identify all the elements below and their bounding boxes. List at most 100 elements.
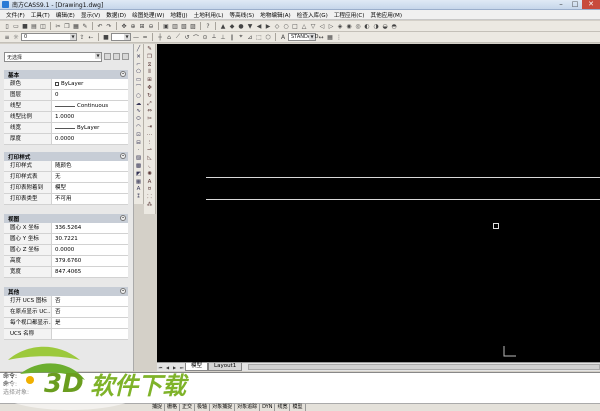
layer-manager-icon[interactable]: ≡ [3,33,11,41]
match-icon[interactable]: ✎ [81,22,89,30]
zoom-realtime-icon[interactable]: ⊕ [129,22,137,30]
mtext-icon[interactable]: A [135,185,143,193]
ellipse-arc-icon[interactable]: ◠ [135,123,143,131]
construction-line-icon[interactable]: ✕ [135,53,143,61]
cass-tool-13-icon[interactable]: ▷ [327,22,335,30]
explode-icon[interactable]: ✺ [145,170,154,178]
cass-tool-5-icon[interactable]: ◀ [255,22,263,30]
cass-tool-14-icon[interactable]: ◈ [336,22,344,30]
menu-drawing[interactable]: 绘图处理(W) [129,11,167,19]
edit-text-icon[interactable]: A [145,178,154,186]
toggle-pickadd-icon[interactable] [104,53,111,60]
print-icon[interactable]: ▤ [30,22,38,30]
cass-tool-19-icon[interactable]: ◒ [381,22,389,30]
misc-tool-2-icon[interactable]: ⸬ [145,193,154,201]
undo-icon[interactable]: ↶ [96,22,104,30]
prop-row-plot-attached[interactable]: 打印表附着到 模型 [4,183,128,194]
preview-icon[interactable]: ◫ [39,22,47,30]
ellipse-icon[interactable]: ⬭ [135,115,143,123]
color-control-icon[interactable]: ■ [102,33,110,41]
prop-row-plot-table[interactable]: 打印样式表 无 [4,172,128,183]
collapse-icon[interactable]: ⌃ [120,215,126,221]
menu-land-use[interactable]: 土地利用(L) [191,11,227,19]
break-icon[interactable]: ⫶ [145,139,154,147]
array-icon[interactable]: ⊞ [145,76,154,84]
draw-tool-i-icon[interactable]: ∥ [228,33,236,41]
menu-check[interactable]: 检查入库(G) [294,11,331,19]
table-icon[interactable]: ▦ [135,178,143,186]
cass-tool-1-icon[interactable]: ▲ [219,22,227,30]
make-current-icon[interactable]: ⇪ [78,33,86,41]
cass-tool-2-icon[interactable]: ◆ [228,22,236,30]
status-model[interactable]: 模型 [290,404,306,411]
cass-tool-11-icon[interactable]: ▽ [309,22,317,30]
scale-icon[interactable]: ⤢ [145,100,154,108]
text-style-combo[interactable]: STANDARD ▼ [288,33,319,41]
erase-icon[interactable]: ✎ [145,45,154,53]
menu-cadastre[interactable]: 地籍(J) [167,11,190,19]
select-objects-icon[interactable] [113,53,120,60]
prop-row-ltscale[interactable]: 线型比例 1.0000 [4,112,128,123]
join-icon[interactable]: ⊸ [145,146,154,154]
cut-icon[interactable]: ✂ [54,22,62,30]
copy-icon[interactable]: ❐ [63,22,71,30]
circle-icon[interactable]: ○ [135,92,143,100]
line-icon[interactable]: ╱ [135,45,143,53]
region-icon[interactable]: ◩ [135,170,143,178]
new-icon[interactable]: ▯ [3,22,11,30]
hatch-icon[interactable]: ▨ [135,154,143,162]
save-icon[interactable]: ■ [21,22,29,30]
draw-tool-d-icon[interactable]: ↺ [183,33,191,41]
revcloud-icon[interactable]: ☁ [135,100,143,108]
mirror-icon[interactable]: ⧖ [145,61,154,69]
cass-tool-20-icon[interactable]: ◓ [390,22,398,30]
menu-view[interactable]: 显示(V) [78,11,103,19]
prop-row-color[interactable]: 颜色 ByLayer [4,79,128,90]
cass-tool-18-icon[interactable]: ◑ [372,22,380,30]
make-block-icon[interactable]: ⊟ [135,139,143,147]
cass-tool-15-icon[interactable]: ◉ [345,22,353,30]
prop-row-center-y[interactable]: 圆心 Y 坐标 30.7221 [4,234,128,245]
draw-tool-f-icon[interactable]: ⊙ [201,33,209,41]
cass-tool-16-icon[interactable]: ◎ [354,22,362,30]
gradient-icon[interactable]: ▩ [135,162,143,170]
lineweight-icon[interactable]: ═ [141,33,149,41]
draw-tool-a-icon[interactable]: ┼ [156,33,164,41]
horizontal-scrollbar[interactable] [248,364,600,370]
prop-row-width[interactable]: 宽度 847.4065 [4,267,128,278]
drawing-canvas[interactable] [157,44,600,362]
maximize-button[interactable]: □ [568,0,582,9]
collapse-icon[interactable]: ⌃ [120,288,126,294]
section-header[interactable]: 基本 ⌃ [4,70,128,79]
tool-palette-icon[interactable]: ▧ [180,22,188,30]
cass-tool-6-icon[interactable]: ▶ [264,22,272,30]
copy-object-icon[interactable]: ❐ [145,53,154,61]
paste-icon[interactable]: ▦ [72,22,80,30]
chamfer-icon[interactable]: ◺ [145,154,154,162]
table-style-icon[interactable]: ▦ [326,33,334,41]
move-icon[interactable]: ✥ [145,84,154,92]
cass-tool-17-icon[interactable]: ◐ [363,22,371,30]
section-header[interactable]: 其他 ⌃ [4,287,128,296]
prop-row-thickness[interactable]: 厚度 0.0000 [4,134,128,145]
menu-feature-edit[interactable]: 地物编辑(A) [257,11,294,19]
draw-tool-l-icon[interactable]: ⬚ [255,33,263,41]
polygon-icon[interactable]: ⬠ [135,68,143,76]
offset-icon[interactable]: ⫴ [145,68,154,76]
insert-block-icon[interactable]: ⊡ [135,131,143,139]
stretch-icon[interactable]: ⇔ [145,107,154,115]
open-icon[interactable]: ▭ [12,22,20,30]
prop-row-plot-style[interactable]: 打印样式 随颜色 [4,161,128,172]
pan-icon[interactable]: ✥ [120,22,128,30]
point-icon[interactable]: · [135,146,143,154]
break-point-icon[interactable]: ⋯ [145,131,154,139]
spline-icon[interactable]: ∿ [135,107,143,115]
prop-row-height[interactable]: 高度 379.6760 [4,256,128,267]
cass-tool-8-icon[interactable]: ○ [282,22,290,30]
collapse-icon[interactable]: ⌃ [120,71,126,77]
arc-icon[interactable]: ⌒ [135,84,143,92]
rotate-icon[interactable]: ↻ [145,92,154,100]
misc-tool-3-icon[interactable]: ⁂ [145,201,154,209]
properties-icon[interactable]: ▣ [162,22,170,30]
cass-tool-10-icon[interactable]: △ [300,22,308,30]
